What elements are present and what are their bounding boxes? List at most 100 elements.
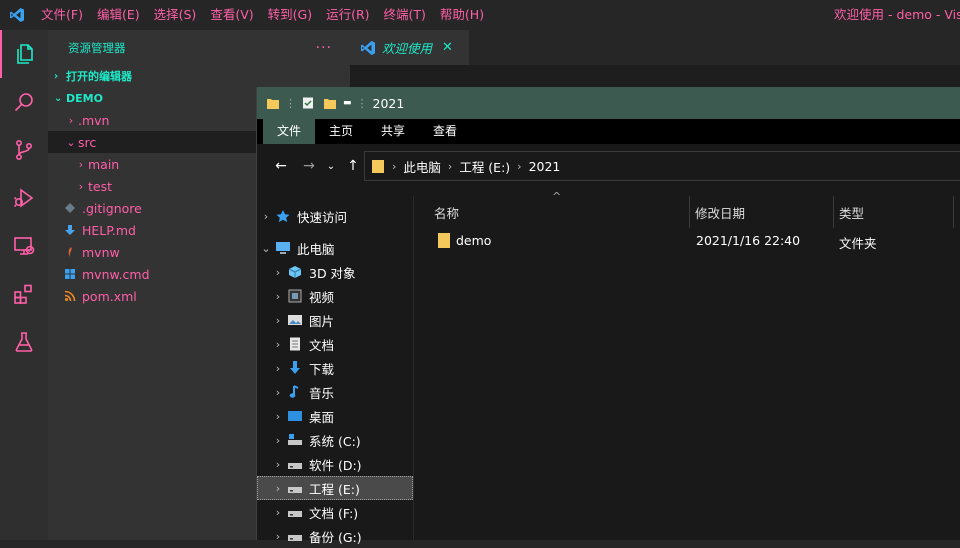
- explorer-title-bar: ⋮ ▬ ⋮ 2021: [257, 87, 960, 119]
- tab-welcome[interactable]: 欢迎使用 ✕: [350, 30, 469, 65]
- title-bar: 文件(F) 编辑(E) 选择(S) 查看(V) 转到(G) 运行(R) 终端(T…: [0, 0, 960, 30]
- back-arrow-icon[interactable]: ←: [267, 158, 295, 174]
- ribbon-tab-share[interactable]: 共享: [367, 119, 419, 144]
- new-folder-icon[interactable]: [323, 96, 337, 110]
- file-list: ^ 名称 修改日期 类型 demo 2021/1/16 22:40 文件夹: [417, 190, 960, 540]
- more-actions-icon[interactable]: ···: [316, 40, 332, 56]
- sidebar-header: 资源管理器 ···: [48, 30, 350, 65]
- breadcrumb-drive-e[interactable]: 工程 (E:): [459, 157, 510, 176]
- chevron-right-icon: ›: [275, 289, 281, 303]
- breadcrumb-this-pc[interactable]: 此电脑: [403, 157, 441, 176]
- up-arrow-icon[interactable]: ↑: [339, 158, 367, 174]
- chevron-right-icon: ›: [78, 179, 84, 193]
- breadcrumb-2021[interactable]: 2021: [529, 159, 561, 174]
- nav-item-label: 快速访问: [297, 209, 348, 225]
- tree-item-label: .mvn: [78, 112, 110, 128]
- recent-locations-chevron-icon[interactable]: ⌄: [323, 161, 339, 172]
- ribbon-tab-file[interactable]: 文件: [263, 119, 316, 144]
- forward-arrow-icon[interactable]: →: [295, 158, 323, 174]
- tree-item-label: mvnw.cmd: [82, 266, 150, 282]
- nav-item-3d-objects[interactable]: › 3D 对象: [257, 260, 413, 284]
- open-editors-section[interactable]: › 打开的编辑器: [48, 65, 350, 87]
- gitignore-file-icon: [65, 203, 75, 213]
- ribbon-tab-view[interactable]: 查看: [419, 119, 471, 144]
- maven-file-icon: [68, 247, 72, 257]
- chevron-right-icon: ›: [275, 385, 281, 399]
- close-icon[interactable]: ✕: [442, 40, 453, 55]
- menu-terminal[interactable]: 终端(T): [377, 0, 433, 30]
- workspace-folder-label: DEMO: [66, 91, 103, 105]
- menu-selection[interactable]: 选择(S): [147, 0, 204, 30]
- activity-bar: [0, 30, 48, 540]
- chevron-right-icon: ›: [275, 505, 281, 519]
- nav-item-label: 音乐: [309, 385, 335, 401]
- nav-item-drive-f[interactable]: › 文档 (F:): [257, 500, 413, 524]
- navigation-pane: › 快速访问 ⌄ 此电脑 › 3D 对象 › 视频 › 图片 › 文档 › 下载…: [257, 196, 414, 545]
- nav-item-this-pc[interactable]: ⌄ 此电脑: [257, 236, 413, 260]
- menu-file[interactable]: 文件(F): [34, 0, 90, 30]
- chevron-right-icon: ›: [275, 529, 281, 543]
- explorer-window-title: 2021: [372, 95, 405, 111]
- tree-item-label: main: [88, 156, 120, 172]
- testing-icon[interactable]: [0, 318, 48, 366]
- menu-run[interactable]: 运行(R): [319, 0, 376, 30]
- source-control-icon[interactable]: [0, 126, 48, 174]
- tab-label: 欢迎使用: [382, 41, 433, 56]
- extensions-icon[interactable]: [0, 270, 48, 318]
- nav-item-drive-e[interactable]: › 工程 (E:): [257, 476, 413, 500]
- nav-item-label: 系统 (C:): [309, 433, 361, 449]
- chevron-right-icon: ›: [78, 157, 84, 171]
- nav-item-documents[interactable]: › 文档: [257, 332, 413, 356]
- run-debug-icon[interactable]: [0, 174, 48, 222]
- nav-item-label: 桌面: [309, 409, 335, 425]
- nav-item-label: 文档 (F:): [309, 505, 359, 521]
- folder-icon: [267, 99, 279, 109]
- nav-item-desktop[interactable]: › 桌面: [257, 404, 413, 428]
- chevron-right-icon: ›: [68, 113, 74, 127]
- windows-file-icon: [65, 269, 75, 279]
- nav-item-drive-g[interactable]: › 备份 (G:): [257, 524, 413, 548]
- nav-item-label: 3D 对象: [309, 265, 356, 281]
- system-drive-icon: [288, 434, 302, 445]
- nav-item-label: 图片: [309, 313, 335, 329]
- chevron-right-icon: ›: [275, 457, 281, 471]
- tree-item-label: mvnw: [82, 244, 120, 260]
- nav-item-drive-d[interactable]: › 软件 (D:): [257, 452, 413, 476]
- nav-item-quick-access[interactable]: › 快速访问: [257, 204, 413, 228]
- file-explorer-window: ⋮ ▬ ⋮ 2021 文件 主页 共享 查看 ← → ⌄ ↑ › 此电脑 › 工…: [256, 87, 960, 545]
- file-row[interactable]: demo 2021/1/16 22:40 文件夹: [417, 230, 960, 252]
- tree-item-label: HELP.md: [82, 222, 136, 238]
- nav-item-music[interactable]: › 音乐: [257, 380, 413, 404]
- folder-icon: [438, 233, 450, 248]
- menu-go[interactable]: 转到(G): [261, 0, 319, 30]
- pictures-icon: [288, 315, 302, 325]
- column-header-label: 修改日期: [695, 205, 746, 221]
- editor-tab-bar: 欢迎使用 ✕: [350, 30, 960, 65]
- properties-icon[interactable]: [301, 96, 315, 110]
- column-header-date-modified[interactable]: 修改日期: [690, 196, 834, 228]
- separator: ⋮: [356, 96, 368, 110]
- menu-view[interactable]: 查看(V): [203, 0, 260, 30]
- search-icon[interactable]: [0, 78, 48, 126]
- chevron-right-icon: ›: [275, 433, 281, 447]
- ribbon-tab-home[interactable]: 主页: [315, 119, 367, 144]
- quick-access-dropdown-icon[interactable]: ▬: [343, 98, 352, 108]
- menu-edit[interactable]: 编辑(E): [90, 0, 147, 30]
- nav-item-label: 工程 (E:): [309, 481, 360, 497]
- separator: ⋮: [285, 96, 296, 110]
- nav-item-drive-c[interactable]: › 系统 (C:): [257, 428, 413, 452]
- nav-item-downloads[interactable]: › 下载: [257, 356, 413, 380]
- menu-help[interactable]: 帮助(H): [433, 0, 491, 30]
- address-bar[interactable]: › 此电脑 › 工程 (E:) › 2021: [364, 151, 960, 181]
- rss-xml-file-icon: [64, 290, 76, 302]
- tree-item-label: pom.xml: [82, 288, 137, 304]
- explorer-icon[interactable]: [0, 30, 48, 78]
- nav-item-videos[interactable]: › 视频: [257, 284, 413, 308]
- remote-explorer-icon[interactable]: [0, 222, 48, 270]
- column-header-name[interactable]: 名称: [417, 196, 690, 228]
- chevron-down-icon: ⌄: [54, 92, 63, 104]
- column-header-type[interactable]: 类型: [834, 196, 954, 228]
- folder-icon: [372, 160, 384, 173]
- chevron-right-icon: ›: [275, 409, 281, 423]
- nav-item-pictures[interactable]: › 图片: [257, 308, 413, 332]
